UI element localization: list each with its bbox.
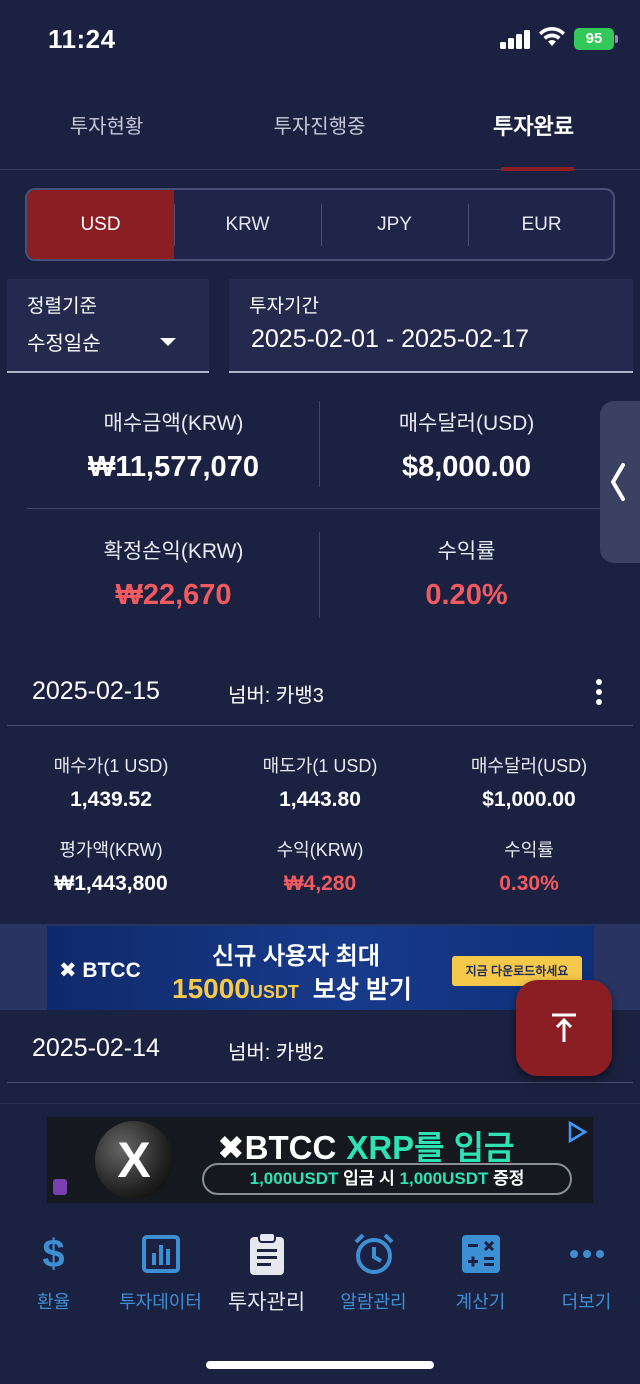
- signal-icon: [500, 29, 532, 49]
- more-options-icon[interactable]: [593, 679, 605, 709]
- battery-icon: 95: [574, 28, 618, 50]
- record-number: 넘버: 카뱅2: [228, 1042, 324, 1064]
- record-rate: 수익률 0.30%: [424, 836, 634, 896]
- record-date: 2025-02-14: [32, 1034, 160, 1062]
- currency-jpy[interactable]: JPY: [321, 190, 468, 259]
- ad2-headline: ✖BTCC XRP를 입금: [217, 1129, 515, 1166]
- tab-investment-completed[interactable]: 투자완료: [427, 96, 640, 171]
- side-panel-handle[interactable]: [600, 401, 640, 563]
- rate-value: 0.20%: [425, 579, 508, 611]
- sort-value: 수정일순: [27, 333, 101, 355]
- record-buy-usd: 매수달러(USD) $1,000.00: [424, 752, 634, 812]
- record-buy-price: 매수가(1 USD) 1,439.52: [6, 752, 216, 812]
- currency-selector: USD KRW JPY EUR: [25, 188, 615, 261]
- summary-buy-amount: 매수금액(KRW) ₩11,577,070: [27, 407, 320, 484]
- arrow-up-icon: [552, 1013, 576, 1042]
- period-field[interactable]: 투자기간 2025-02-01 - 2025-02-17: [229, 279, 633, 373]
- summary-realized: 확정손익(KRW) ₩22,670: [27, 535, 320, 612]
- record-number: 넘버: 카뱅3: [228, 685, 324, 707]
- nav-calculator[interactable]: 계산기: [427, 1230, 534, 1314]
- record-rate-value: 0.30%: [499, 872, 559, 895]
- record-date: 2025-02-15: [32, 677, 160, 705]
- nav-label: 환율: [36, 1292, 71, 1312]
- period-label: 투자기간: [249, 296, 319, 317]
- summary-buy-usd: 매수달러(USD) $8,000.00: [320, 407, 613, 484]
- record-valuation: 평가액(KRW) ₩1,443,800: [6, 836, 216, 896]
- nav-label: 더보기: [561, 1292, 612, 1312]
- currency-krw[interactable]: KRW: [174, 190, 321, 259]
- x-logo-icon: X: [95, 1121, 173, 1199]
- nav-label: 계산기: [455, 1292, 506, 1312]
- buy-price-label: 매수가(1 USD): [53, 756, 169, 776]
- divider: [27, 508, 613, 509]
- nav-exchange-rate[interactable]: $ 환율: [0, 1230, 107, 1314]
- buy-amount-value: ₩11,577,070: [88, 451, 259, 483]
- status-bar: 11:24 95: [0, 0, 640, 80]
- record-buy-usd-label: 매수달러(USD): [470, 756, 588, 776]
- clipboard-icon: [213, 1230, 320, 1278]
- status-time: 11:24: [48, 24, 116, 54]
- divider: [7, 725, 633, 726]
- caret-down-icon: [160, 338, 176, 346]
- chart-icon: [107, 1230, 214, 1278]
- rate-label: 수익률: [437, 540, 496, 563]
- ad-headline: 신규 사용자 최대: [212, 943, 380, 970]
- nav-label: 알람관리: [340, 1292, 407, 1312]
- ad2-offer: 1,000USDT 입금 시 1,000USDT 증정: [202, 1163, 572, 1195]
- nav-label: 투자관리: [227, 1291, 306, 1314]
- chevron-left-icon: [611, 463, 625, 501]
- summary-rate: 수익률 0.20%: [320, 535, 613, 612]
- ad-banner-btcc[interactable]: ✖ BTCC 신규 사용자 최대 15000USDT 보상 받기 지금 다운로드하…: [47, 926, 594, 1010]
- profit-label: 수익(KRW): [276, 840, 364, 860]
- ad-choices-icon[interactable]: [565, 1120, 589, 1144]
- record-profit: 수익(KRW) ₩4,280: [215, 836, 425, 896]
- sort-label: 정렬기준: [27, 296, 97, 317]
- sell-price-value: 1,443.80: [279, 788, 361, 811]
- ad-badge-icon: [53, 1179, 67, 1195]
- ad-banner-btcc-xrp[interactable]: X ✖BTCC XRP를 입금 1,000USDT 입금 시 1,000USDT …: [47, 1117, 593, 1203]
- home-indicator: [206, 1361, 434, 1369]
- nav-label: 투자데이터: [119, 1292, 202, 1312]
- bottom-navigation: $ 환율 투자데이터 투자관리 알람관리 계산기 더보기: [0, 1212, 640, 1384]
- valuation-value: ₩1,443,800: [54, 872, 168, 895]
- more-icon: [533, 1230, 640, 1278]
- realized-value: ₩22,670: [115, 579, 232, 611]
- dollar-icon: $: [42, 1231, 65, 1276]
- divider: [7, 1082, 633, 1083]
- buy-usd-value: $8,000.00: [401, 451, 531, 483]
- tab-investment-status[interactable]: 투자현황: [0, 96, 213, 170]
- period-value: 2025-02-01 - 2025-02-17: [251, 325, 529, 353]
- sort-dropdown[interactable]: 정렬기준 수정일순: [7, 279, 209, 373]
- wifi-icon: [539, 26, 565, 46]
- nav-investment-management[interactable]: 투자관리: [213, 1230, 320, 1316]
- top-tabs: 투자현황 투자진행중 투자완료: [0, 96, 640, 171]
- realized-label: 확정손익(KRW): [103, 540, 244, 563]
- scroll-to-top-button[interactable]: [516, 980, 612, 1076]
- calculator-icon: [427, 1230, 534, 1278]
- buy-price-value: 1,439.52: [70, 788, 152, 811]
- sell-price-label: 매도가(1 USD): [262, 756, 378, 776]
- nav-more[interactable]: 더보기: [533, 1230, 640, 1314]
- tab-investment-in-progress[interactable]: 투자진행중: [213, 96, 426, 170]
- alarm-icon: [320, 1230, 427, 1278]
- nav-investment-data[interactable]: 투자데이터: [107, 1230, 214, 1314]
- record-buy-usd-value: $1,000.00: [482, 788, 576, 811]
- profit-value: ₩4,280: [283, 872, 357, 895]
- currency-usd[interactable]: USD: [27, 190, 174, 259]
- buy-usd-label: 매수달러(USD): [398, 412, 535, 435]
- divider: [0, 1103, 640, 1104]
- btcc-logo: ✖ BTCC: [59, 959, 141, 982]
- record-sell-price: 매도가(1 USD) 1,443.80: [215, 752, 425, 812]
- valuation-label: 평가액(KRW): [59, 840, 163, 860]
- nav-alarm-management[interactable]: 알람관리: [320, 1230, 427, 1314]
- buy-amount-label: 매수금액(KRW): [103, 412, 244, 435]
- ad-offer: 15000USDT 보상 받기: [172, 973, 412, 1004]
- currency-eur[interactable]: EUR: [468, 190, 613, 259]
- record-rate-label: 수익률: [504, 840, 554, 860]
